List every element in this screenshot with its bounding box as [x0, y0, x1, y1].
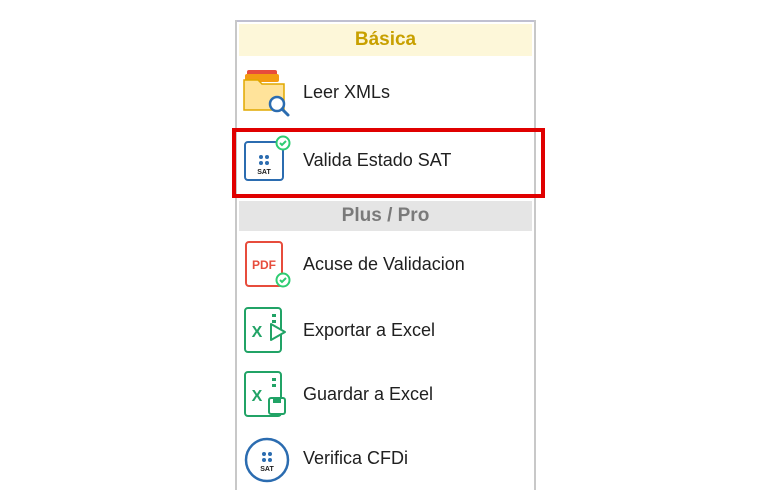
folder-search-icon [241, 66, 293, 118]
svg-text:PDF: PDF [252, 258, 276, 272]
menu-item-label: Guardar a Excel [303, 383, 434, 404]
excel-export-icon: X [241, 304, 293, 356]
menu-item-acuse-de-validacion[interactable]: PDF Acuse de Validacion [241, 236, 530, 292]
menu-item-exportar-a-excel[interactable]: X Exportar a Excel [241, 302, 530, 358]
menu-item-guardar-a-excel[interactable]: X Guardar a Excel [241, 366, 530, 422]
svg-text:X: X [252, 324, 263, 341]
menu-item-leer-xmls[interactable]: Leer XMLs [241, 64, 530, 120]
sat-document-check-icon: SAT [241, 134, 293, 186]
menu-item-label: Valida Estado SAT [303, 149, 452, 170]
menu-item-label: Verifica CFDi [303, 447, 409, 468]
section-title-plus-pro: Plus / Pro [341, 205, 430, 226]
sat-circle-icon: SAT [241, 432, 293, 484]
menu-item-verifica-cfdi[interactable]: SAT Verifica CFDi [241, 430, 530, 486]
menu-item-valida-estado-sat[interactable]: SAT Valida Estado SAT [241, 132, 530, 188]
section-header-plus-pro: Plus / Pro [239, 201, 532, 231]
menu-item-label: Acuse de Validacion [303, 253, 465, 274]
menu-panel: Básica Leer XMLs SAT Valida Estado SAT P… [235, 20, 536, 490]
section-title-basica: Básica [354, 29, 417, 50]
svg-text:X: X [252, 388, 263, 405]
panel-top-border [237, 20, 534, 22]
svg-text:SAT: SAT [260, 466, 274, 473]
pdf-check-icon: PDF [241, 238, 293, 290]
menu-item-label: Leer XMLs [303, 81, 391, 102]
svg-text:SAT: SAT [257, 169, 271, 176]
excel-save-icon: X [241, 368, 293, 420]
section-header-basica: Básica [239, 24, 532, 56]
menu-item-label: Exportar a Excel [303, 319, 436, 340]
